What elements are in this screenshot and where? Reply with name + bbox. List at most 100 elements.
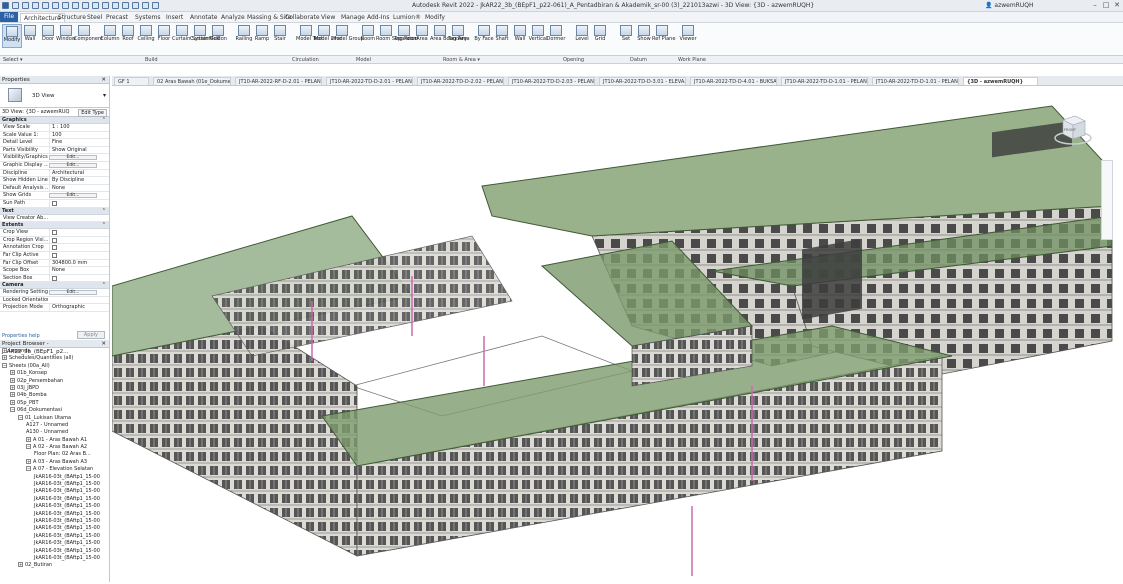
collapse-icon[interactable]: ⌃ — [102, 222, 106, 229]
browser-tree-item[interactable]: JkAR16-03t_(BAftp1_15-00 — [0, 525, 109, 532]
view-tab[interactable]: JT10-AR-2022-TD-D-1.01 - PELAN... — [872, 77, 959, 85]
shaft-button[interactable]: Shaft — [492, 24, 512, 48]
view-tab[interactable]: JT10-AR-2022-TD-D-2.01 - PELAN... — [326, 77, 413, 85]
viewer-button[interactable]: Viewer — [678, 24, 698, 48]
area-button[interactable]: Area — [412, 24, 432, 48]
property-value[interactable]: 100 — [49, 131, 107, 139]
property-value[interactable]: Show Original — [49, 146, 107, 154]
expand-icon[interactable]: + — [10, 384, 15, 390]
navigation-bar[interactable] — [1101, 160, 1113, 240]
column-button[interactable]: Column — [100, 24, 120, 48]
property-value[interactable]: Fine — [49, 139, 107, 147]
ceiling-button[interactable]: Ceiling — [136, 24, 156, 48]
collapse-icon[interactable]: ⌃ — [102, 208, 106, 215]
ribbon-tab-insert[interactable]: Insert — [166, 13, 183, 22]
vertical-button[interactable]: Vertical — [528, 24, 548, 48]
expand-icon[interactable]: + — [2, 355, 7, 361]
browser-tree-item[interactable]: +05p_PBT — [0, 399, 109, 407]
view-cube[interactable]: FRONT — [1053, 112, 1093, 146]
tag-area-button[interactable]: Tag Area — [448, 24, 470, 48]
browser-tree-item[interactable]: JkAR16-03t_(BAftp1_15-00 — [0, 474, 109, 481]
browser-tree-item[interactable]: JkAR16-03t_(BAftp1_15-00 — [0, 496, 109, 503]
ribbon-tab-manage[interactable]: Manage — [341, 13, 365, 22]
collapse-icon[interactable]: − — [18, 414, 23, 420]
instance-selector[interactable]: 3D View: {3D - azwemRUQ Edit Type — [0, 108, 109, 117]
view-tab[interactable]: JT10-AR-2022-TD-D-4.01 - BUKSA... — [690, 77, 777, 85]
property-value[interactable]: 1 : 100 — [49, 124, 107, 131]
edit-type-button[interactable]: Edit Type — [78, 109, 107, 117]
chevron-down-icon[interactable]: ▾ — [103, 92, 106, 99]
ribbon-tab-analyze[interactable]: Analyze — [221, 13, 245, 22]
property-value[interactable]: None — [49, 267, 107, 275]
property-value[interactable]: By Discipline — [49, 177, 107, 185]
stair-button[interactable]: Stair — [270, 24, 290, 48]
text-icon[interactable] — [102, 2, 109, 9]
browser-tree-item[interactable]: − Sheets (00a_All) — [0, 362, 109, 370]
close-icon[interactable]: ✕ — [101, 76, 106, 84]
3d-viewport[interactable] — [111, 86, 1123, 582]
ribbon-tab-modify[interactable]: Modify — [425, 13, 445, 22]
view-tab-active[interactable]: {3D - azwemRUQH} — [963, 77, 1038, 85]
browser-tree-item[interactable]: + A 03 - Aras Bawah A3 — [0, 458, 109, 466]
room-area-panel-label[interactable]: Room & Area ▾ — [443, 56, 480, 64]
browser-tree-item[interactable]: −01_Lukisan Utama — [0, 414, 109, 422]
browser-tree-item[interactable]: − A 07 - Elevation Selatan — [0, 466, 109, 473]
building-model-3d[interactable] — [111, 86, 1123, 582]
property-value[interactable]: None — [49, 184, 107, 192]
browser-tree-item[interactable]: A127 - Unnamed — [0, 422, 109, 429]
apply-button[interactable]: Apply — [76, 331, 105, 339]
save-icon[interactable] — [22, 2, 29, 9]
redo-icon[interactable] — [52, 2, 59, 9]
collapse-icon[interactable]: − — [10, 407, 15, 413]
property-checkbox[interactable] — [52, 252, 57, 258]
property-checkbox[interactable] — [52, 200, 57, 206]
roof-button[interactable]: Roof — [118, 24, 138, 48]
browser-tree-item[interactable]: +03j_JBPD — [0, 384, 109, 392]
ribbon-tab-lumion[interactable]: Lumion® — [393, 13, 421, 22]
model-group-button[interactable]: Model Group — [332, 24, 364, 48]
ribbon-tab-annotate[interactable]: Annotate — [190, 13, 217, 22]
by-face-button[interactable]: By Face — [474, 24, 494, 48]
browser-tree-item[interactable]: +04b_Bomba — [0, 392, 109, 399]
modify-button[interactable]: Modify — [2, 24, 22, 48]
expand-icon[interactable]: + — [10, 377, 15, 383]
area-boundary-button[interactable]: Area Boundary — [430, 24, 467, 48]
collapse-icon[interactable]: − — [26, 444, 31, 450]
property-edit-button[interactable]: Edit... — [49, 193, 97, 199]
browser-tree-item[interactable]: JkAR16-03t_(BAftp1_15-00 — [0, 488, 109, 495]
property-checkbox[interactable] — [52, 237, 57, 243]
browser-tree-item[interactable]: + Legends — [0, 348, 109, 355]
switch-windows-icon[interactable] — [152, 2, 159, 9]
grid-button[interactable]: Grid — [590, 24, 610, 48]
browser-tree-item[interactable]: + A 01 - Aras Bawah A1 — [0, 436, 109, 444]
door-button[interactable]: Door — [38, 24, 58, 48]
window-button[interactable]: Window — [56, 24, 76, 48]
floor-button[interactable]: Floor — [154, 24, 174, 48]
set-button[interactable]: Set — [616, 24, 636, 48]
ribbon-tab-add-ins[interactable]: Add-Ins — [367, 13, 389, 22]
component-button[interactable]: Component — [74, 24, 103, 48]
user-account[interactable]: 👤 azwemRUQH — [985, 2, 1033, 9]
type-selector[interactable]: 3D View ▾ — [0, 84, 109, 108]
ribbon-tab-view[interactable]: View — [321, 13, 335, 22]
browser-tree-item[interactable]: JkAR16-03t_(BAftp1_15-00 — [0, 555, 109, 562]
browser-tree-item[interactable]: + Schedules/Quantities (all) — [0, 355, 109, 362]
level-button[interactable]: Level — [572, 24, 592, 48]
browser-tree-item[interactable]: +01b_Konsep — [0, 370, 109, 377]
property-checkbox[interactable] — [52, 275, 57, 281]
expand-icon[interactable]: + — [26, 436, 31, 442]
browser-tree-item[interactable]: − A 02 - Aras Bawah A2 — [0, 444, 109, 451]
property-group-graphics[interactable]: Graphics ⌃ — [0, 117, 109, 124]
show-button[interactable]: Show — [634, 24, 654, 48]
view-tab[interactable]: 02 Aras Bawah (01e_Dokumen) — [153, 77, 231, 85]
expand-icon[interactable]: + — [18, 562, 23, 568]
browser-tree-item[interactable]: JkAR16-03t_(BAftp1_15-00 — [0, 518, 109, 525]
wall-button[interactable]: Wall — [20, 24, 40, 48]
sync-icon[interactable] — [32, 2, 39, 9]
browser-tree-item[interactable]: +02_Butiran — [0, 562, 109, 569]
view-cube-icon[interactable]: FRONT — [1053, 112, 1093, 146]
expand-icon[interactable]: + — [26, 458, 31, 464]
view-tab[interactable]: JT10-AR-2022-TD-D-1.01 - PELAN... — [781, 77, 868, 85]
model-text-button[interactable]: Model Text — [296, 24, 323, 48]
room-button[interactable]: Room — [358, 24, 378, 48]
